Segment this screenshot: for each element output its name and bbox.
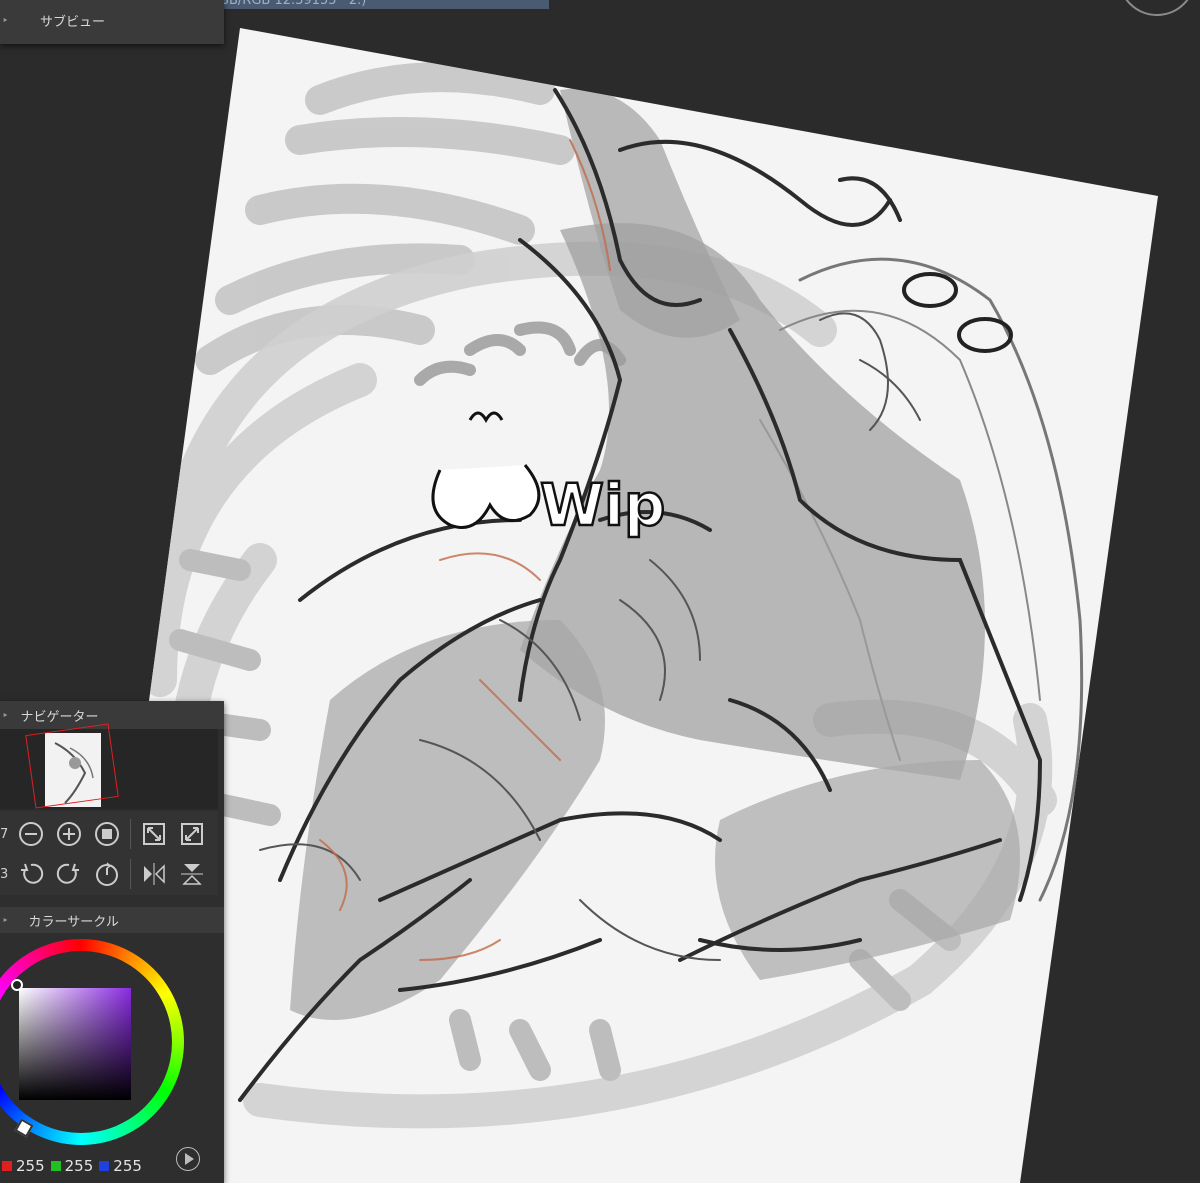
sv-picker-handle[interactable] (11, 979, 23, 991)
fit-navigator-button[interactable] (173, 817, 211, 851)
reset-rotation-icon (96, 862, 118, 886)
stop-square-icon (95, 822, 119, 846)
rotation-value: 3 (0, 866, 9, 882)
subview-panel-header[interactable]: ‣ サブビュー (0, 9, 105, 31)
collapse-icon[interactable]: ‣ (0, 914, 9, 927)
zoom-in-button[interactable] (50, 817, 88, 851)
toolbar-divider (130, 859, 131, 889)
zoom-row: 7 (0, 815, 218, 853)
rotate-left-button[interactable] (12, 857, 50, 891)
subview-title: サブビュー (40, 14, 106, 30)
zoom-in-icon (57, 822, 81, 846)
reset-rotation-button[interactable] (88, 857, 126, 891)
color-circle-area: 255 255 255 (0, 933, 218, 1183)
flip-vertical-icon (181, 864, 203, 885)
navigator-panel: ‣ ナビゲーター 7 3 ‣ カラーサークル 255 255 255 (0, 701, 224, 1183)
saturation-value-square[interactable] (19, 988, 131, 1100)
navigator-view-frame[interactable] (25, 723, 119, 809)
zoom-out-icon (19, 822, 43, 846)
fit-window-icon (181, 823, 203, 845)
red-swatch-icon (2, 1161, 12, 1171)
zoom-out-button[interactable] (12, 817, 50, 851)
fit-screen-icon (143, 823, 165, 845)
green-swatch-icon (50, 1161, 61, 1171)
rotate-right-button[interactable] (50, 857, 88, 891)
fit-to-screen-button[interactable] (135, 817, 173, 851)
subview-panel: ‣ サブビュー (0, 0, 224, 44)
collapse-icon[interactable]: ‣ (0, 14, 20, 27)
rotate-left-icon (21, 863, 44, 884)
rotate-row: 3 (0, 855, 218, 893)
navigator-toolbar: 7 3 (0, 811, 218, 895)
red-value[interactable]: 255 (16, 1157, 45, 1175)
color-mode-toggle-button[interactable] (176, 1147, 200, 1171)
color-circle-title: カラーサークル (28, 914, 119, 930)
color-circle-header[interactable]: ‣ カラーサークル (0, 907, 224, 933)
navigator-preview[interactable] (0, 723, 218, 809)
collapse-icon[interactable]: ‣ (0, 709, 9, 722)
wip-text: Wip (540, 471, 665, 539)
blue-value[interactable]: 255 (113, 1157, 142, 1175)
blue-swatch-icon (99, 1161, 110, 1171)
toolbar-divider (130, 819, 131, 849)
flip-horizontal-icon (144, 863, 165, 885)
rotate-right-icon (56, 863, 79, 884)
actual-size-button[interactable] (88, 817, 126, 851)
flip-horizontal-button[interactable] (135, 857, 173, 891)
zoom-value: 7 (0, 826, 9, 842)
green-value[interactable]: 255 (65, 1157, 94, 1175)
flip-vertical-button[interactable] (173, 857, 211, 891)
navigator-title: ナビゲーター (20, 709, 99, 725)
navigator-header[interactable]: ‣ ナビゲーター (0, 701, 224, 729)
